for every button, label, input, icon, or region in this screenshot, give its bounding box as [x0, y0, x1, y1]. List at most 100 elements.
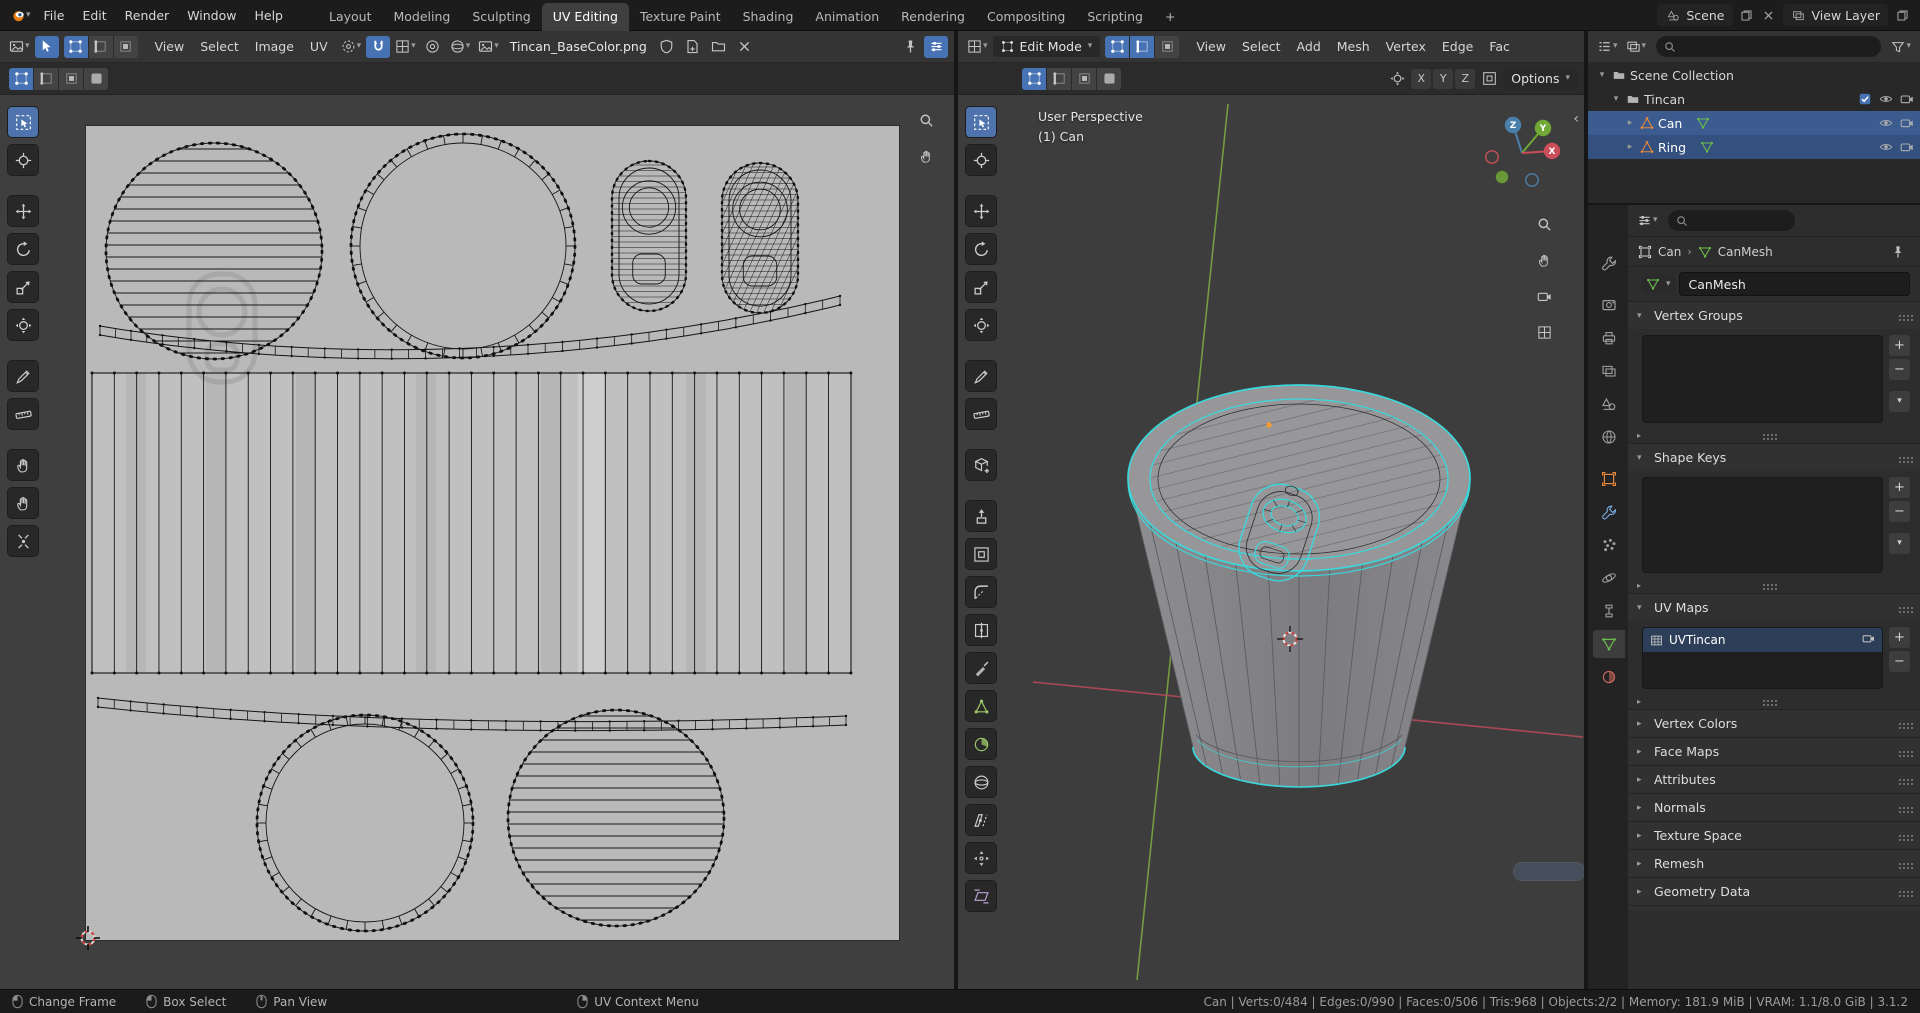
uv-pan-icon[interactable] [914, 145, 938, 167]
vp-ortho-toggle-icon[interactable] [1532, 321, 1556, 343]
mirror-icon[interactable] [1385, 68, 1409, 90]
properties-search-input[interactable] [1667, 210, 1796, 231]
new-scene-icon[interactable] [1739, 7, 1755, 23]
tab-uv-editing[interactable]: UV Editing [541, 2, 629, 31]
add-shape-key-button[interactable]: + [1889, 477, 1910, 498]
vp-tool-select-box[interactable] [966, 107, 996, 137]
uv-menu-image[interactable]: Image [247, 36, 302, 57]
vp-tool-smooth[interactable] [966, 767, 996, 797]
vp-mode-edge-button[interactable] [1047, 67, 1071, 90]
vp-tool-inset[interactable] [966, 539, 996, 569]
uv-tool-select-box[interactable] [8, 107, 38, 137]
select-mode-vertex-button[interactable] [1105, 35, 1130, 58]
uv-proportional-edit-toggle[interactable] [421, 36, 445, 58]
render-camera-icon[interactable] [1900, 140, 1914, 154]
outliner-display-mode-dropdown[interactable]: ▾ [1623, 37, 1650, 56]
outliner-row-ring[interactable]: ▸ Ring [1588, 135, 1920, 159]
uv-snap-with-dropdown[interactable]: ▾ [392, 37, 419, 56]
properties-editor-type-button[interactable]: ▾ [1634, 211, 1661, 230]
tab-animation[interactable]: Animation [804, 3, 890, 31]
navigation-gizmo[interactable]: Z Y X [1480, 111, 1564, 195]
vp-tool-rotate[interactable] [966, 234, 996, 264]
vp-pan-icon[interactable] [1532, 249, 1556, 271]
outliner-row-scene-collection[interactable]: ▾ Scene Collection [1588, 63, 1920, 87]
collection-checkbox-icon[interactable] [1858, 92, 1872, 106]
uv-sync-selection-toggle[interactable] [34, 35, 59, 58]
scene-selector[interactable]: Scene [1657, 4, 1733, 26]
uv-select-face-button[interactable] [113, 35, 138, 58]
uv-falloff-dropdown[interactable]: ▾ [447, 37, 474, 56]
options-dropdown[interactable]: Options ▾ [1503, 68, 1578, 89]
eye-icon[interactable] [1879, 140, 1893, 154]
add-workspace-button[interactable]: + [1154, 3, 1186, 31]
vp-menu-vertex[interactable]: Vertex [1378, 36, 1434, 57]
uv-tool-grab[interactable] [8, 450, 38, 480]
panel-header-vertex-groups[interactable]: ▾ Vertex Groups [1628, 302, 1920, 329]
uv-map-item[interactable]: UVTincan [1643, 628, 1882, 652]
outliner-row-collection[interactable]: ▾ Tincan [1588, 87, 1920, 111]
vp-menu-view[interactable]: View [1188, 36, 1234, 57]
panel-header-texture-space[interactable]: ▸ Texture Space [1628, 822, 1920, 849]
uv-select-vertex-button[interactable] [63, 35, 88, 58]
panel-header-vertex-colors[interactable]: ▸ Vertex Colors [1628, 710, 1920, 737]
mirror-x-toggle[interactable]: X [1411, 68, 1432, 89]
select-mode-edge-button[interactable] [1130, 35, 1155, 58]
panel-header-uv-maps[interactable]: ▾ UV Maps [1628, 594, 1920, 621]
uv-pivot-dropdown[interactable]: ▾ [338, 37, 365, 56]
vp-menu-mesh[interactable]: Mesh [1329, 36, 1378, 57]
remove-uv-map-button[interactable]: − [1889, 651, 1910, 672]
uv-maps-subpanel[interactable]: ▸ [1628, 693, 1920, 709]
uv-sticky-edge-button[interactable] [34, 67, 58, 90]
tab-world[interactable] [1593, 423, 1625, 451]
panel-header-face-maps[interactable]: ▸ Face Maps [1628, 738, 1920, 765]
uv-menu-view[interactable]: View [147, 36, 193, 57]
vp-tool-knife[interactable] [966, 653, 996, 683]
uv-tool-move[interactable] [8, 196, 38, 226]
tab-compositing[interactable]: Compositing [976, 3, 1076, 31]
tab-render[interactable] [1593, 291, 1625, 319]
vp-tool-poly-build[interactable] [966, 691, 996, 721]
uv-canvas[interactable] [0, 95, 954, 989]
tab-rendering[interactable]: Rendering [890, 3, 976, 31]
tab-tool[interactable] [1593, 249, 1625, 277]
uv-overlays-toggle[interactable] [924, 35, 948, 58]
uv-image-fake-user-button[interactable] [655, 36, 679, 58]
uv-sticky-vertex-button[interactable] [9, 67, 33, 90]
uv-image-new-button[interactable] [681, 36, 705, 58]
menu-file[interactable]: File [35, 4, 74, 27]
tab-object[interactable] [1593, 465, 1625, 493]
vp-tool-cursor[interactable] [966, 145, 996, 175]
uv-image-name[interactable]: Tincan_BaseColor.png [504, 39, 653, 54]
vp-tool-bevel[interactable] [966, 577, 996, 607]
vp-mode-face-button[interactable] [1072, 67, 1096, 90]
tab-output[interactable] [1593, 324, 1625, 352]
vp-mode-vertex-button[interactable] [1022, 67, 1046, 90]
uv-select-edge-button[interactable] [88, 35, 113, 58]
drag-grip-icon[interactable] [1899, 806, 1901, 809]
vp-mode-island-button[interactable] [1097, 67, 1121, 90]
uv-tool-transform[interactable] [8, 310, 38, 340]
tab-particles[interactable] [1593, 531, 1625, 559]
uv-image-open-button[interactable] [707, 36, 731, 58]
tab-material[interactable] [1593, 663, 1625, 691]
add-uv-map-button[interactable]: + [1889, 627, 1910, 648]
sidebar-toggle-chevron[interactable]: ‹ [1573, 111, 1579, 127]
tab-shading[interactable]: Shading [732, 3, 805, 31]
drag-grip-icon[interactable] [1899, 314, 1901, 317]
snap-target-icon[interactable] [1477, 68, 1501, 90]
vp-tool-edge-slide[interactable] [966, 805, 996, 835]
mesh-data-dropdown[interactable]: ▾ [1642, 275, 1675, 293]
shape-keys-list[interactable] [1642, 477, 1883, 573]
vp-tool-scale[interactable] [966, 272, 996, 302]
panel-header-normals[interactable]: ▸ Normals [1628, 794, 1920, 821]
uv-image-view[interactable] [76, 126, 899, 950]
tab-modifiers[interactable] [1593, 498, 1625, 526]
tab-object-data[interactable] [1593, 630, 1625, 658]
uv-menu-select[interactable]: Select [192, 36, 247, 57]
remove-shape-key-button[interactable]: − [1889, 501, 1910, 522]
mirror-y-toggle[interactable]: Y [1433, 68, 1454, 89]
vp-tool-shrink-fatten[interactable] [966, 843, 996, 873]
vertex-group-specials-button[interactable]: ▾ [1889, 391, 1910, 412]
tab-texture-paint[interactable]: Texture Paint [629, 3, 732, 31]
outliner-editor-type-button[interactable]: ▾ [1594, 37, 1621, 56]
